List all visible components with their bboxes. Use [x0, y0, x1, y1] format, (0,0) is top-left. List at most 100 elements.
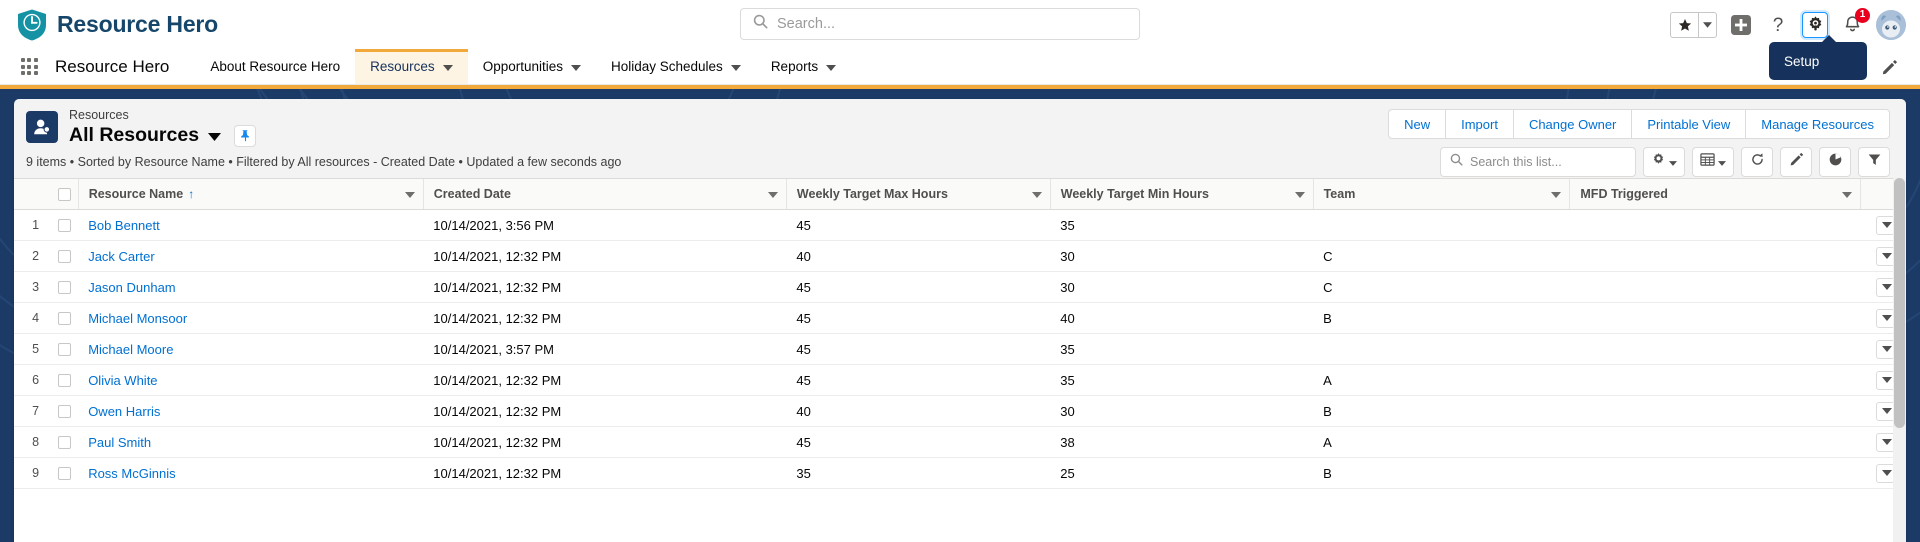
global-search[interactable]: Search... [740, 8, 1140, 40]
table-row[interactable]: 2 Jack Carter 10/14/2021, 12:32 PM 40 30 C [14, 240, 1906, 272]
table-row[interactable]: 4 Michael Monsoor 10/14/2021, 12:32 PM 45 40… [14, 302, 1906, 334]
cell-resource-name[interactable]: Bob Bennett [78, 209, 424, 241]
gear-icon[interactable] [1802, 11, 1828, 38]
gear-icon [1651, 152, 1666, 172]
table-row[interactable]: 5 Michael Moore 10/14/2021, 3:57 PM 45 35 [14, 333, 1906, 365]
pencil-icon [1789, 152, 1804, 172]
chevron-down-icon[interactable] [1294, 187, 1305, 201]
row-checkbox-cell[interactable] [48, 209, 79, 241]
new-button[interactable]: New [1388, 109, 1446, 139]
table-row[interactable]: 1 Bob Bennett 10/14/2021, 3:56 PM 45 35 [14, 209, 1906, 241]
checkbox-icon[interactable] [58, 249, 72, 263]
checkbox-icon[interactable] [58, 404, 72, 418]
nav-item-resources[interactable]: Resources [355, 49, 468, 84]
table-row[interactable]: 8 Paul Smith 10/14/2021, 12:32 PM 45 38 A [14, 426, 1906, 458]
chevron-down-icon[interactable] [1842, 187, 1853, 201]
select-all-header[interactable] [48, 178, 79, 210]
cell-resource-name[interactable]: Michael Monsoor [78, 302, 424, 334]
checkbox-icon[interactable] [58, 187, 72, 201]
avatar[interactable] [1876, 9, 1906, 40]
row-checkbox-cell[interactable] [48, 457, 79, 489]
edit-navigation-pencil-icon[interactable] [1881, 49, 1898, 85]
resource-name-link[interactable]: Ross McGinnis [88, 466, 175, 481]
nav-item-holiday-schedules[interactable]: Holiday Schedules [596, 49, 756, 84]
column-header-resource-name[interactable]: Resource Name ↑ [77, 178, 424, 210]
resource-name-link[interactable]: Michael Monsoor [88, 311, 187, 326]
checkbox-icon[interactable] [58, 311, 72, 325]
column-header-weekly-target-min-hours[interactable]: Weekly Target Min Hours [1049, 178, 1314, 210]
cell-resource-name[interactable]: Michael Moore [78, 333, 424, 365]
favorites-chevron-down-icon[interactable] [1698, 11, 1717, 38]
row-number: 3 [14, 271, 49, 303]
chevron-down-icon [730, 59, 741, 74]
plus-icon[interactable] [1728, 12, 1754, 38]
checkbox-icon[interactable] [58, 342, 72, 356]
cell-mfd-triggered [1569, 209, 1861, 241]
app-launcher-icon[interactable] [16, 49, 42, 84]
scrollbar-thumb[interactable] [1894, 178, 1905, 428]
manage-resources-button[interactable]: Manage Resources [1745, 109, 1890, 139]
brand-logo[interactable]: Resource Hero [16, 8, 218, 42]
chevron-down-icon[interactable] [1551, 187, 1562, 201]
row-checkbox-cell[interactable] [48, 333, 79, 365]
printable-view-button[interactable]: Printable View [1631, 109, 1746, 139]
resource-name-link[interactable]: Jason Dunham [88, 280, 175, 295]
checkbox-icon[interactable] [58, 373, 72, 387]
column-header-team[interactable]: Team [1312, 178, 1570, 210]
table-row[interactable]: 7 Owen Harris 10/14/2021, 12:32 PM 40 30 B [14, 395, 1906, 427]
cell-resource-name[interactable]: Olivia White [78, 364, 424, 396]
table-row[interactable]: 9 Ross McGinnis 10/14/2021, 12:32 PM 35 25 B [14, 457, 1906, 489]
search-this-list-input[interactable]: Search this list... [1440, 147, 1636, 177]
notifications-button[interactable]: 1 [1839, 7, 1870, 38]
cell-resource-name[interactable]: Paul Smith [78, 426, 424, 458]
row-checkbox-cell[interactable] [48, 426, 79, 458]
chevron-down-icon[interactable] [767, 187, 778, 201]
star-icon[interactable] [1670, 11, 1698, 38]
edit-button[interactable] [1780, 147, 1812, 177]
chevron-down-icon[interactable] [1031, 187, 1042, 201]
nav-item-opportunities[interactable]: Opportunities [468, 49, 596, 84]
column-label: Created Date [433, 187, 511, 201]
checkbox-icon[interactable] [58, 435, 72, 449]
row-checkbox-cell[interactable] [48, 364, 79, 396]
pin-icon[interactable] [234, 124, 257, 147]
change-owner-button[interactable]: Change Owner [1512, 109, 1632, 139]
cell-resource-name[interactable]: Jason Dunham [78, 271, 424, 303]
resource-name-link[interactable]: Jack Carter [88, 249, 154, 264]
cell-resource-name[interactable]: Ross McGinnis [78, 457, 424, 489]
list-view-chevron-down-icon[interactable] [208, 128, 222, 146]
row-checkbox-cell[interactable] [48, 302, 79, 334]
checkbox-icon[interactable] [58, 218, 72, 232]
resource-name-link[interactable]: Paul Smith [88, 435, 151, 450]
app-name[interactable]: Resource Hero [55, 49, 195, 84]
table-row[interactable]: 3 Jason Dunham 10/14/2021, 12:32 PM 45 30 C [14, 271, 1906, 303]
resource-name-link[interactable]: Owen Harris [88, 404, 160, 419]
column-header-weekly-target-max-hours[interactable]: Weekly Target Max Hours [785, 178, 1051, 210]
nav-item-reports[interactable]: Reports [756, 49, 851, 84]
question-mark-icon[interactable]: ? [1765, 12, 1791, 38]
row-checkbox-cell[interactable] [48, 240, 79, 272]
row-checkbox-cell[interactable] [48, 395, 79, 427]
resource-name-link[interactable]: Michael Moore [88, 342, 173, 357]
resource-name-link[interactable]: Bob Bennett [88, 218, 160, 233]
import-button[interactable]: Import [1445, 109, 1513, 139]
refresh-button[interactable] [1741, 147, 1773, 177]
nav-item-about-resource-hero[interactable]: About Resource Hero [195, 49, 355, 84]
column-header-mfd-triggered[interactable]: MFD Triggered [1569, 178, 1861, 210]
cell-resource-name[interactable]: Owen Harris [78, 395, 424, 427]
row-number: 4 [14, 302, 49, 334]
column-header-created-date[interactable]: Created Date [422, 178, 787, 210]
row-checkbox-cell[interactable] [48, 271, 79, 303]
list-view-controls-button[interactable] [1643, 147, 1685, 177]
charts-button[interactable] [1819, 147, 1851, 177]
table-row[interactable]: 6 Olivia White 10/14/2021, 12:32 PM 45 35 A [14, 364, 1906, 396]
vertical-scrollbar[interactable] [1893, 178, 1906, 542]
resource-name-link[interactable]: Olivia White [88, 373, 157, 388]
display-as-button[interactable] [1692, 147, 1734, 177]
resources-table-container: Resource Name ↑ Created Date Weekly Targ… [14, 178, 1906, 542]
cell-resource-name[interactable]: Jack Carter [78, 240, 424, 272]
chevron-down-icon[interactable] [404, 187, 415, 201]
filter-button[interactable] [1858, 147, 1890, 177]
checkbox-icon[interactable] [58, 280, 72, 294]
checkbox-icon[interactable] [58, 466, 72, 480]
